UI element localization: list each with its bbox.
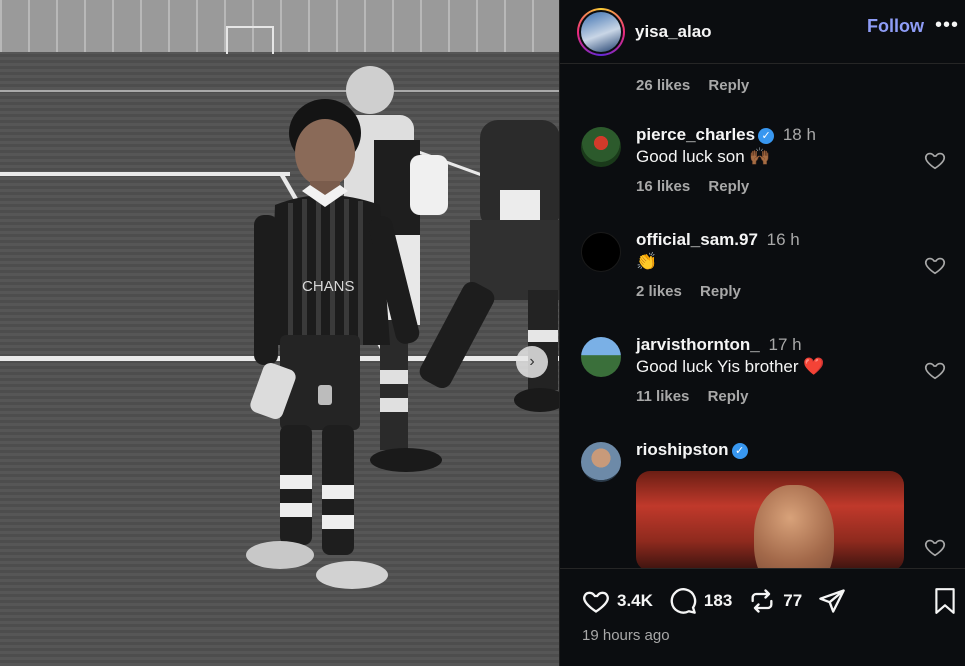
- post-sidebar: yisa_alao Follow ••• 26 likes Reply pier…: [559, 0, 965, 666]
- comment-text: 👏: [636, 252, 658, 271]
- comment-button[interactable]: 183: [669, 587, 732, 615]
- comment-gif[interactable]: [636, 471, 904, 568]
- commenter-avatar[interactable]: [581, 442, 621, 482]
- commenter-avatar[interactable]: [581, 337, 621, 377]
- repost-button[interactable]: 77: [748, 587, 802, 615]
- post-header: yisa_alao Follow •••: [560, 0, 965, 64]
- heart-icon: [583, 591, 609, 613]
- next-image-button[interactable]: ›: [516, 346, 548, 378]
- comment-text: Good luck Yis brother ❤️: [636, 357, 825, 376]
- heart-icon[interactable]: [924, 149, 946, 171]
- commenter-avatar[interactable]: [581, 127, 621, 167]
- repost-icon: [751, 589, 773, 613]
- jersey-text: CHANS: [302, 278, 355, 295]
- comment-likes[interactable]: 2 likes: [636, 283, 682, 300]
- share-icon: [819, 589, 846, 613]
- post-timestamp: 19 hours ago: [582, 627, 670, 644]
- heart-icon[interactable]: [924, 254, 946, 276]
- repost-count: 77: [783, 591, 803, 610]
- previous-comment-meta: 26 likes Reply: [636, 77, 763, 94]
- heart-icon[interactable]: [924, 536, 946, 558]
- comment-item: pierce_charles ✓ 18 h Good luck son 🙌🏾 16…: [560, 125, 965, 227]
- comment-item: official_sam.97 16 h 👏 2 likes Reply: [560, 230, 965, 332]
- pitch-line: [0, 90, 559, 92]
- verified-badge-icon: ✓: [758, 128, 775, 144]
- comments-list[interactable]: 26 likes Reply pierce_charles ✓ 18 h Good…: [560, 65, 965, 568]
- commenter-username[interactable]: official_sam.97: [636, 230, 758, 249]
- post-image[interactable]: CHANS ›: [0, 0, 559, 666]
- verified-badge-icon: ✓: [731, 443, 748, 459]
- follow-button[interactable]: Follow: [867, 16, 924, 37]
- fence-background: [0, 0, 559, 52]
- comment-reply-button[interactable]: Reply: [708, 388, 749, 405]
- comment-time: 17 h: [768, 335, 802, 354]
- share-button[interactable]: [818, 587, 846, 615]
- bookmark-icon[interactable]: [932, 587, 958, 615]
- comment-item: jarvisthornton_ 17 h Good luck Yis broth…: [560, 335, 965, 437]
- comment-reply-button[interactable]: Reply: [700, 283, 741, 300]
- comment-likes[interactable]: 11 likes: [636, 388, 689, 405]
- author-avatar-ring[interactable]: [577, 7, 625, 56]
- gif-face: [754, 485, 834, 568]
- comment-reply-button[interactable]: Reply: [708, 77, 749, 94]
- commenter-username[interactable]: pierce_charles: [636, 125, 755, 144]
- child-player: CHANS: [246, 99, 420, 589]
- chevron-right-icon: ›: [529, 353, 535, 370]
- comment-likes[interactable]: 26 likes: [636, 77, 690, 94]
- heart-icon[interactable]: [924, 359, 946, 381]
- comment-time: 16 h: [766, 230, 800, 249]
- post-actions-bar: 3.4K 183 77 19 hours ago: [560, 568, 965, 666]
- comment-likes[interactable]: 16 likes: [636, 178, 690, 195]
- like-count: 3.4K: [617, 591, 653, 610]
- like-button[interactable]: 3.4K: [582, 587, 653, 615]
- goal-post: [226, 26, 274, 54]
- comment-icon: [670, 588, 697, 614]
- comment-reply-button[interactable]: Reply: [708, 178, 749, 195]
- comment-text: Good luck son 🙌🏾: [636, 147, 771, 166]
- commenter-username[interactable]: rioshipston: [636, 440, 729, 459]
- comment-count: 183: [703, 591, 733, 610]
- author-username[interactable]: yisa_alao: [635, 22, 712, 42]
- more-options-icon[interactable]: •••: [935, 14, 959, 37]
- commenter-avatar[interactable]: [581, 232, 621, 272]
- commenter-username[interactable]: jarvisthornton_: [636, 335, 760, 354]
- comment-time: 18 h: [782, 125, 816, 144]
- author-avatar[interactable]: [581, 11, 621, 52]
